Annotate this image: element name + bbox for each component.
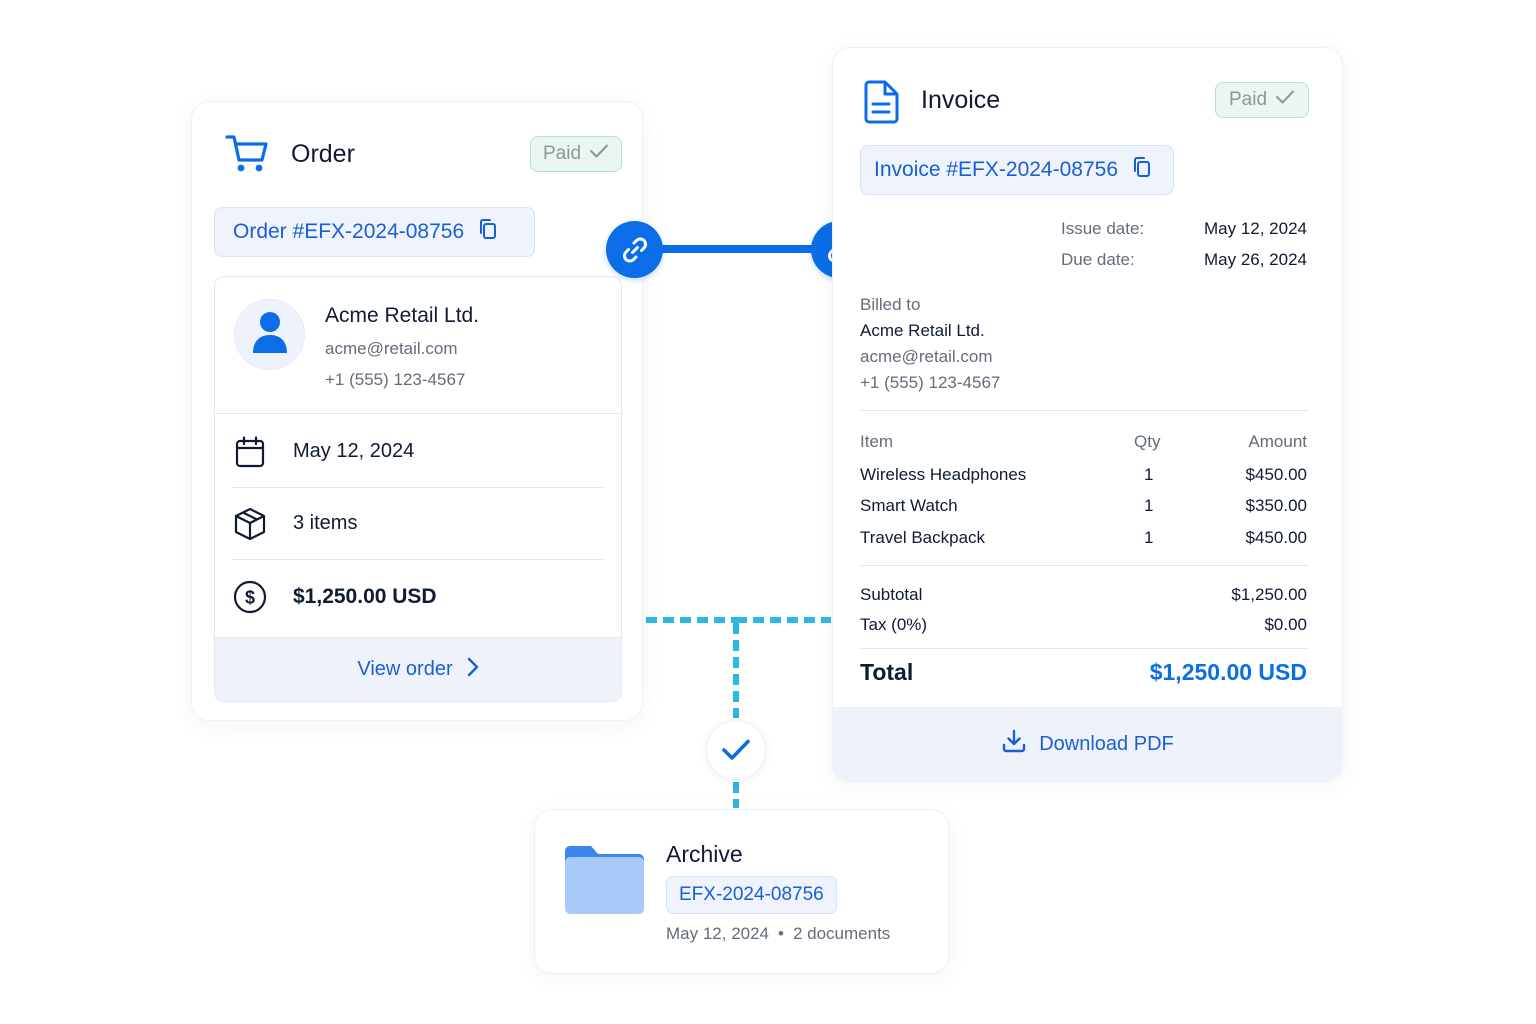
meta-separator: • [778, 924, 784, 943]
column-header-item: Item [860, 432, 894, 451]
download-pdf-label: Download PDF [1039, 732, 1174, 755]
row-qty: 1 [1144, 528, 1154, 547]
column-header-qty: Qty [1134, 432, 1161, 451]
row-amount: $450.00 [1245, 465, 1307, 484]
order-total: $1,250.00 USD [293, 585, 437, 608]
order-date-row: May 12, 2024 [233, 416, 605, 488]
divider [860, 410, 1309, 411]
row-item: Smart Watch [860, 496, 958, 515]
divider [860, 565, 1309, 566]
link-icon-order[interactable] [606, 221, 663, 278]
order-id-pill[interactable]: Order #EFX-2024-08756 [214, 207, 535, 257]
order-card: Order Paid Order #EFX-2024-08756 Acme Re… [191, 101, 643, 721]
customer-phone: +1 (555) 123-4567 [325, 370, 466, 389]
customer-name: Acme Retail Ltd. [325, 304, 480, 327]
archive-card: Archive EFX-2024-08756 May 12, 2024 • 2 … [534, 809, 949, 974]
customer-section: Acme Retail Ltd. acme@retail.com +1 (555… [215, 277, 621, 414]
check-icon [589, 143, 609, 165]
column-header-amount: Amount [1248, 432, 1307, 451]
billed-to-label: Billed to [860, 295, 921, 314]
divider [860, 648, 1309, 649]
archive-title: Archive [666, 841, 743, 867]
order-status-text: Paid [542, 143, 582, 164]
invoice-id-text: Invoice #EFX-2024-08756 [874, 158, 1118, 181]
avatar [234, 299, 305, 370]
chevron-right-icon [467, 657, 479, 683]
billed-name: Acme Retail Ltd. [860, 321, 985, 340]
total-label: Total [860, 659, 914, 685]
view-order-label: View order [357, 658, 453, 680]
archive-id-pill[interactable]: EFX-2024-08756 [666, 876, 837, 914]
svg-text:$: $ [245, 588, 255, 608]
download-pdf-button[interactable]: Download PDF [833, 707, 1342, 781]
dollar-icon: $ [233, 580, 267, 614]
billed-email: acme@retail.com [860, 347, 993, 366]
check-icon [1275, 89, 1295, 111]
dashed-connector-left [646, 617, 736, 623]
row-amount: $350.00 [1245, 496, 1307, 515]
order-title: Order [291, 140, 355, 168]
view-order-button[interactable]: View order [215, 637, 621, 701]
tax-value: $0.00 [1264, 615, 1307, 634]
row-item: Travel Backpack [860, 528, 986, 547]
user-icon [251, 310, 289, 359]
dashed-connector-archive [733, 782, 739, 808]
total-value: $1,250.00 USD [1149, 659, 1307, 685]
billed-phone: +1 (555) 123-4567 [860, 373, 1001, 392]
document-icon [862, 80, 900, 129]
invoice-id-pill[interactable]: Invoice #EFX-2024-08756 [860, 145, 1174, 195]
cart-icon [225, 133, 269, 180]
calendar-icon [233, 435, 267, 468]
dashed-connector-right [736, 617, 831, 623]
issue-date-label: Issue date: [1061, 219, 1145, 238]
order-date: May 12, 2024 [293, 440, 415, 462]
download-icon [1001, 728, 1027, 760]
package-icon [233, 507, 267, 541]
invoice-status-badge: Paid [1215, 82, 1309, 118]
order-details-box: Acme Retail Ltd. acme@retail.com +1 (555… [214, 276, 622, 702]
row-qty: 1 [1144, 496, 1154, 515]
row-item: Wireless Headphones [860, 465, 1027, 484]
archive-documents-count: 2 documents [792, 924, 891, 943]
archive-date: May 12, 2024 [666, 924, 770, 943]
check-icon [706, 720, 766, 780]
copy-icon[interactable] [1132, 156, 1152, 184]
issue-date-value: May 12, 2024 [1203, 219, 1307, 238]
dashed-connector-down [733, 623, 739, 718]
invoice-card: Invoice Paid Invoice #EFX-2024-08756 Iss… [832, 47, 1343, 782]
customer-email: acme@retail.com [325, 339, 458, 358]
due-date-label: Due date: [1061, 250, 1135, 269]
row-amount: $450.00 [1245, 528, 1307, 547]
order-items: 3 items [293, 512, 358, 534]
order-status-badge: Paid [530, 136, 622, 172]
invoice-title: Invoice [921, 86, 1001, 114]
order-items-row: 3 items [233, 488, 605, 560]
copy-icon[interactable] [478, 218, 498, 246]
row-qty: 1 [1144, 465, 1154, 484]
due-date-value: May 26, 2024 [1203, 250, 1307, 269]
archive-meta: May 12, 2024 • 2 documents [666, 924, 890, 944]
invoice-status-text: Paid [1228, 89, 1268, 110]
link-connector-line [661, 245, 815, 253]
order-total-row: $ $1,250.00 USD [233, 561, 605, 633]
order-id-text: Order #EFX-2024-08756 [233, 220, 465, 243]
folder-icon [565, 845, 645, 920]
tax-label: Tax (0%) [860, 615, 928, 634]
subtotal-value: $1,250.00 [1231, 585, 1307, 604]
subtotal-label: Subtotal [860, 585, 923, 604]
